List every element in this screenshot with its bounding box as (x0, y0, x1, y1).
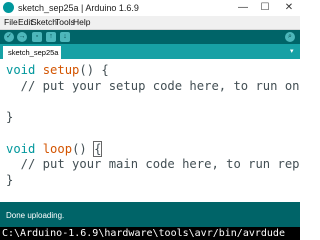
code-text: void setup() { // put your setup code he… (6, 63, 300, 189)
title-bar: sketch_sep25a | Arduino 1.6.9 — ☐ ✕ (0, 0, 300, 16)
new-sketch-button[interactable]: ▫ (32, 32, 42, 42)
upload-button[interactable]: → (17, 32, 27, 42)
matched-brace: { (93, 140, 103, 157)
save-button[interactable]: ↓ (60, 32, 70, 42)
console-line: C:\Arduino-1.6.9\hardware\tools\avr/bin/… (2, 228, 285, 239)
keyword-void: void (6, 63, 36, 77)
close-button[interactable]: ✕ (282, 1, 296, 14)
verify-button[interactable]: ✓ (4, 32, 14, 42)
open-button[interactable]: ↑ (46, 32, 56, 42)
function-setup: setup (42, 63, 80, 77)
function-loop: loop (42, 141, 73, 156)
arduino-logo-icon (3, 2, 14, 13)
code-editor[interactable]: void setup() { // put your setup code he… (0, 59, 300, 202)
keyword-void: void (6, 141, 36, 156)
code-line-8: } (6, 172, 14, 187)
code-line-7: // put your main code here, to run repea… (20, 157, 300, 172)
code-line-6-rest: () (72, 141, 95, 156)
menu-help[interactable]: Help (73, 17, 90, 28)
toolbar: ✓ → ▫ ↑ ↓ ⌕ (0, 30, 300, 44)
serial-monitor-button[interactable]: ⌕ (285, 32, 295, 42)
status-bar: Done uploading. (0, 202, 300, 227)
tab-sketch[interactable]: sketch_sep25a § (3, 46, 61, 70)
menu-bar: File Edit Sketch Tools Help (0, 16, 300, 30)
status-message: Done uploading. (6, 211, 65, 220)
tab-menu-icon[interactable]: ▾ (290, 46, 294, 57)
minimize-button[interactable]: — (236, 1, 250, 14)
menu-file[interactable]: File (4, 17, 18, 28)
maximize-button[interactable]: ☐ (258, 1, 272, 14)
code-line-1-rest: () { (79, 63, 109, 77)
code-line-2: // put your setup code here, to run once… (6, 78, 300, 93)
tab-bar: sketch_sep25a § ▾ (0, 44, 300, 70)
menu-sketch[interactable]: Sketch (31, 17, 57, 28)
window-title: sketch_sep25a | Arduino 1.6.9 (18, 3, 139, 13)
code-line-4: } (6, 110, 14, 125)
menu-tools[interactable]: Tools (55, 17, 75, 28)
console-output: C:\Arduino-1.6.9\hardware\tools\avr/bin/… (0, 227, 300, 240)
